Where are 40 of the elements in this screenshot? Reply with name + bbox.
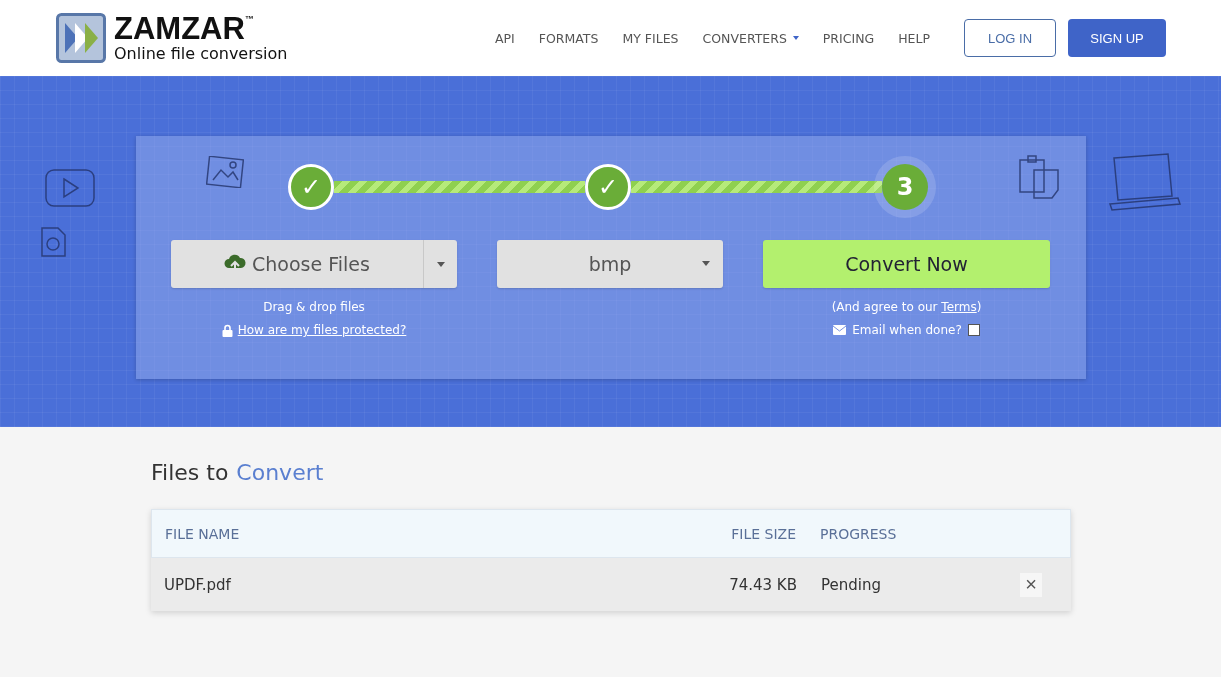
caret-icon[interactable] (436, 261, 445, 267)
column-header: PROGRESS (819, 525, 898, 542)
nav-dropdown[interactable]: CONVERTERS (702, 30, 799, 46)
brand-name: ZAMZAR (114, 13, 245, 44)
tagline: Online file conversion (114, 43, 288, 63)
nav-link[interactable]: PRICING (822, 30, 875, 46)
file-size: 74.43 KB (728, 575, 797, 594)
column-header: FILE SIZE (730, 525, 796, 542)
trademark: ™ (244, 13, 254, 24)
choose-files-button[interactable]: Choose Files (171, 240, 457, 288)
nav-link[interactable]: API (495, 30, 515, 46)
remove-button[interactable]: × (1020, 572, 1042, 597)
email-checkbox[interactable] (967, 324, 980, 336)
terms-note: (And agree to our Terms) (831, 300, 982, 314)
caret-icon (702, 261, 710, 266)
nav-link[interactable]: HELP (898, 30, 930, 46)
file-icon (38, 224, 68, 260)
section-title-accent: Convert (236, 460, 324, 485)
laptop-icon (1106, 152, 1184, 214)
section-title: Files to (151, 460, 229, 485)
file-name: UPDF.pdf (163, 575, 232, 594)
image-icon (206, 156, 244, 188)
play-icon (44, 168, 96, 208)
step-done: ✓ (585, 164, 631, 210)
nav-link[interactable]: MY FILES (622, 30, 679, 46)
envelope-icon (833, 325, 847, 335)
logo-icon (56, 13, 106, 63)
email-label: Email when done? (852, 323, 962, 337)
signup-button[interactable]: SIGN UP (1068, 19, 1166, 57)
nav-link[interactable]: FORMATS (538, 30, 599, 46)
step-done: ✓ (288, 164, 334, 210)
lock-icon (221, 323, 233, 337)
format-dropdown[interactable]: bmp (497, 240, 723, 288)
caret-icon (792, 36, 799, 40)
column-header: FILE NAME (164, 525, 241, 542)
file-status: Pending (820, 575, 882, 594)
login-button[interactable]: LOG IN (964, 19, 1056, 57)
drop-hint: Drag & drop files (263, 300, 365, 314)
step-current: 3 (882, 164, 928, 210)
convert-button[interactable]: Convert Now (763, 240, 1050, 288)
